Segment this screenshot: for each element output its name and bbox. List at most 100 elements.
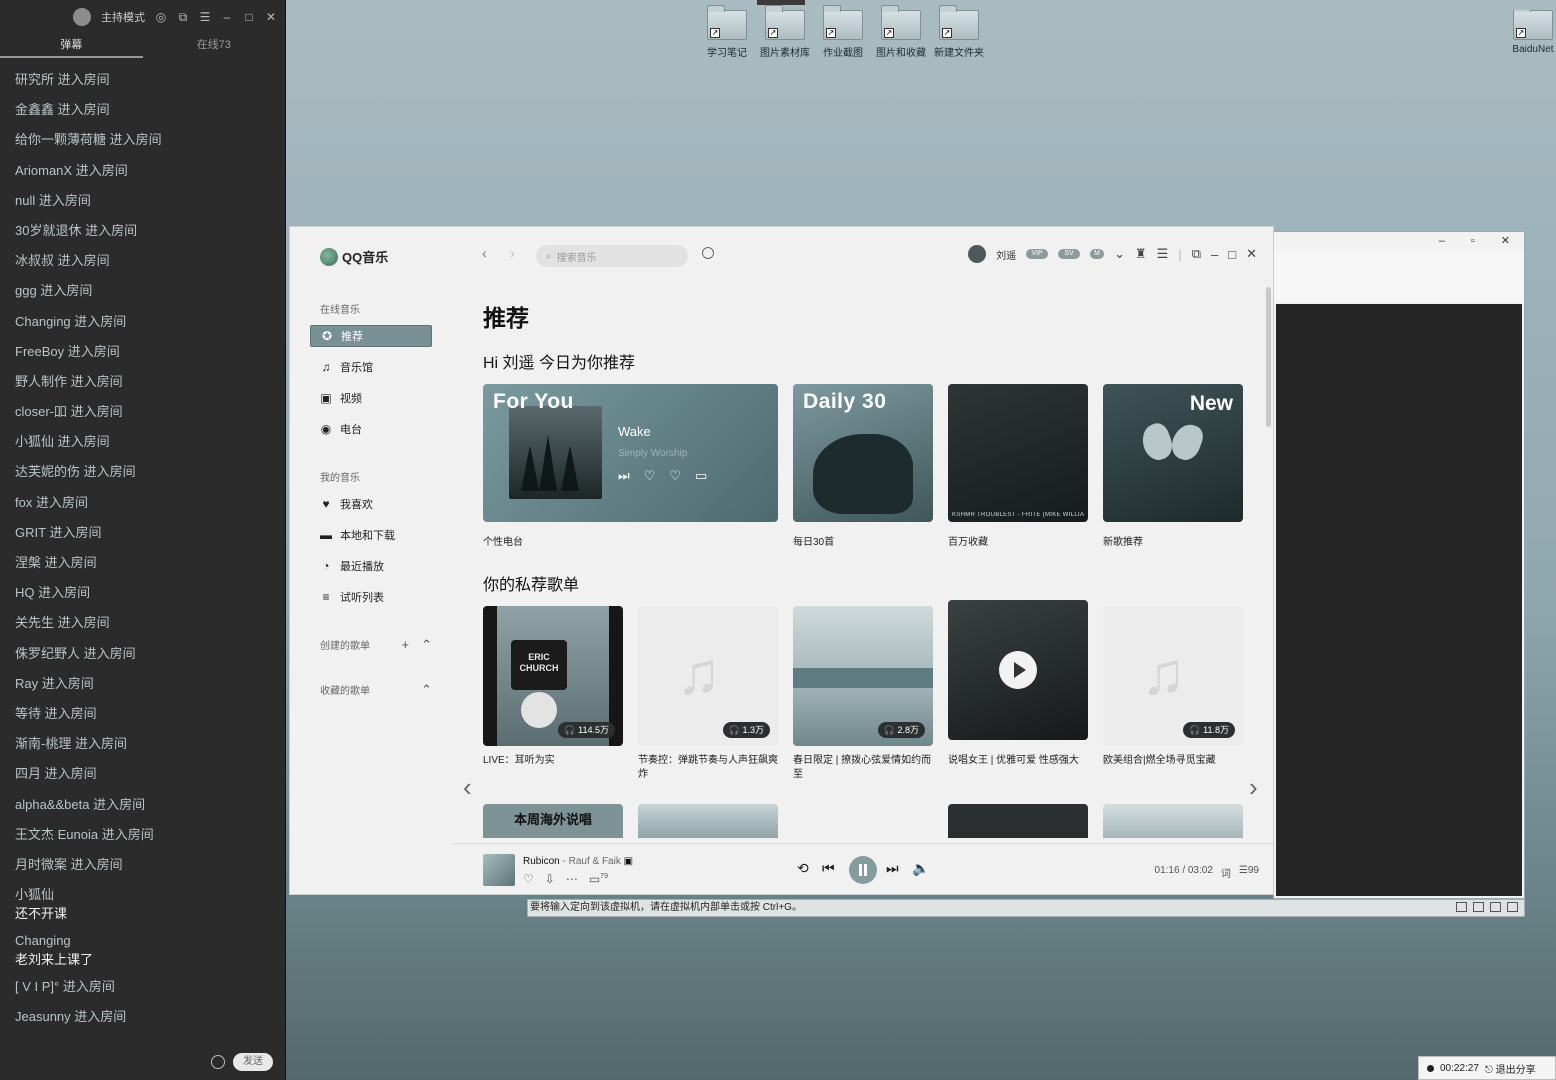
chat-username[interactable]: 小狐仙: [15, 434, 54, 449]
carousel-prev-icon[interactable]: ‹: [463, 772, 472, 803]
playlist-card[interactable]: ♫ 🎧 11.8万: [1103, 606, 1243, 746]
queue-button[interactable]: ☰99: [1239, 865, 1259, 880]
now-playing-title[interactable]: Rubicon - Rauf & Faik ▣: [523, 856, 633, 867]
chat-username[interactable]: 关先生: [15, 615, 54, 630]
play-icon[interactable]: [999, 651, 1037, 689]
chat-username[interactable]: 30岁就退休: [15, 223, 81, 238]
for-you-card[interactable]: For You Wake Simply Worship ⏭ ♡ ♡ ▭: [483, 384, 778, 522]
chat-username[interactable]: 小狐仙: [15, 887, 54, 902]
collected-playlists-header[interactable]: 收藏的歌单 ⌃: [320, 682, 432, 698]
daily-30-card[interactable]: Daily 30: [793, 384, 933, 522]
comment-icon[interactable]: ▭: [695, 468, 707, 484]
card-caption[interactable]: 新歌推荐: [1103, 533, 1143, 548]
chat-username[interactable]: GRIT: [15, 525, 46, 540]
playlist-caption[interactable]: LIVE：耳听为实: [483, 754, 623, 768]
chat-username[interactable]: null: [15, 193, 35, 208]
chat-username[interactable]: Changing: [15, 933, 71, 948]
desktop-folder-1[interactable]: ↗ 学习笔记: [700, 5, 754, 59]
vm-maximize-icon[interactable]: ▫: [1471, 232, 1475, 252]
chat-username[interactable]: HQ: [15, 585, 35, 600]
mv-icon[interactable]: ▣: [624, 856, 633, 867]
sidebar-item-music-hall[interactable]: ♫ 音乐馆: [310, 356, 432, 378]
sound-icon[interactable]: [1490, 902, 1501, 912]
playlist-caption[interactable]: 说唱女王 | 优雅可爱 性感强大: [948, 754, 1088, 768]
chat-username[interactable]: Changing: [15, 314, 71, 329]
chat-username[interactable]: AriomanX: [15, 163, 72, 178]
chat-username[interactable]: closer-吅: [15, 404, 67, 419]
sidebar-item-recommend[interactable]: ✪ 推荐: [310, 325, 432, 347]
tab-online[interactable]: 在线73: [143, 34, 286, 58]
sidebar-item-favorites[interactable]: ♥ 我喜欢: [310, 493, 432, 515]
vm-screen[interactable]: [1276, 304, 1522, 896]
card-caption[interactable]: 个性电台: [483, 533, 523, 548]
playlist-card-row2[interactable]: 本周海外说唱: [483, 804, 623, 838]
pause-button[interactable]: [849, 856, 877, 884]
sidebar-item-radio[interactable]: ◉ 电台: [310, 418, 432, 440]
playlist-card-row2[interactable]: [948, 804, 1088, 838]
chat-username[interactable]: ggg: [15, 283, 37, 298]
chat-username[interactable]: Ray: [15, 676, 38, 691]
play-next-icon[interactable]: ⏭: [618, 468, 630, 484]
chat-username[interactable]: 野人制作: [15, 374, 67, 389]
minimize-icon[interactable]: –: [221, 10, 233, 24]
like-icon[interactable]: ♡: [644, 468, 656, 484]
playlist-card-row2[interactable]: [1103, 804, 1243, 838]
vm-close-icon[interactable]: ✕: [1501, 232, 1510, 252]
chat-username[interactable]: 给你一颗薄荷糖: [15, 132, 106, 147]
sidebar-item-recent[interactable]: ◔ 最近播放: [310, 555, 432, 577]
add-icon[interactable]: +: [402, 637, 410, 653]
send-button[interactable]: 发送: [233, 1053, 273, 1071]
desktop-folder-3[interactable]: ↗ 作业截图: [816, 5, 870, 59]
chat-username[interactable]: fox: [15, 495, 32, 510]
now-playing-cover[interactable]: [483, 854, 515, 886]
card-caption[interactable]: 每日30首: [793, 533, 834, 548]
chat-username[interactable]: 月时微案: [15, 857, 67, 872]
menu-icon[interactable]: ☰: [199, 10, 211, 24]
chevron-up-icon[interactable]: ⌃: [421, 682, 432, 698]
next-icon[interactable]: ⏭: [886, 860, 899, 877]
popout-icon[interactable]: ⧉: [177, 10, 189, 25]
message-icon[interactable]: [1507, 902, 1518, 912]
exit-share-button[interactable]: ⎋ 退出分享: [1485, 1061, 1536, 1076]
vm-minimize-icon[interactable]: –: [1439, 232, 1445, 252]
chat-username[interactable]: 研究所: [15, 72, 54, 87]
printer-icon[interactable]: [1456, 902, 1467, 912]
chat-username[interactable]: alpha&&beta: [15, 797, 89, 812]
playlist-card[interactable]: [948, 600, 1088, 740]
volume-icon[interactable]: 🔈: [912, 860, 929, 877]
chat-username[interactable]: 金鑫鑫: [15, 102, 54, 117]
maximize-icon[interactable]: □: [243, 10, 255, 24]
lyrics-toggle[interactable]: 词: [1221, 865, 1231, 880]
chat-username[interactable]: 冰叔叔: [15, 253, 54, 268]
million-collections-card[interactable]: KSHMR TROUBLEST - FRITE (MIKE WILLIAMS R…: [948, 384, 1088, 522]
close-icon[interactable]: ✕: [265, 10, 277, 24]
chat-username[interactable]: 王文杰 Eunoia: [15, 827, 98, 842]
chat-username[interactable]: [ V I P]°: [15, 979, 59, 994]
settings-icon[interactable]: ◎: [155, 10, 167, 24]
desktop-baidunet-icon[interactable]: ↗ BaiduNet: [1510, 10, 1556, 55]
tab-danmaku[interactable]: 弹幕: [0, 34, 143, 58]
chat-username[interactable]: 涅槃: [15, 555, 41, 570]
previous-icon[interactable]: ⏮: [822, 860, 835, 877]
chevron-up-icon[interactable]: ⌃: [421, 637, 432, 653]
like-icon[interactable]: ♡: [523, 872, 534, 886]
playlist-card-row2[interactable]: [638, 804, 778, 838]
created-playlists-header[interactable]: 创建的歌单 + ⌃: [320, 637, 432, 653]
card-caption[interactable]: 百万收藏: [948, 533, 988, 548]
playlist-card[interactable]: ERIC CHURCH 🎧 114.5万: [483, 606, 623, 746]
more-icon[interactable]: ⋯: [566, 872, 578, 886]
chat-username[interactable]: 侏罗纪野人: [15, 646, 80, 661]
network-icon[interactable]: [1473, 902, 1484, 912]
chat-username[interactable]: 四月: [15, 766, 41, 781]
scrollbar[interactable]: [1266, 287, 1271, 427]
playlist-card[interactable]: ♫ 🎧 1.3万: [638, 606, 778, 746]
sidebar-item-trial-list[interactable]: ≡ 试听列表: [310, 586, 432, 608]
emoji-icon[interactable]: [211, 1055, 225, 1069]
chat-username[interactable]: Jeasunny: [15, 1009, 71, 1024]
sidebar-item-video[interactable]: ▣ 视频: [310, 387, 432, 409]
playlist-caption[interactable]: 节奏控：弹跳节奏与人声狂飙爽炸: [638, 754, 778, 782]
desktop-folder-4[interactable]: ↗ 图片和收藏: [874, 5, 928, 59]
playlist-caption[interactable]: 春日限定 | 撩拨心弦爱情如约而至: [793, 754, 933, 782]
sidebar-item-local-download[interactable]: ▬ 本地和下载: [310, 524, 432, 546]
new-songs-card[interactable]: New: [1103, 384, 1243, 522]
